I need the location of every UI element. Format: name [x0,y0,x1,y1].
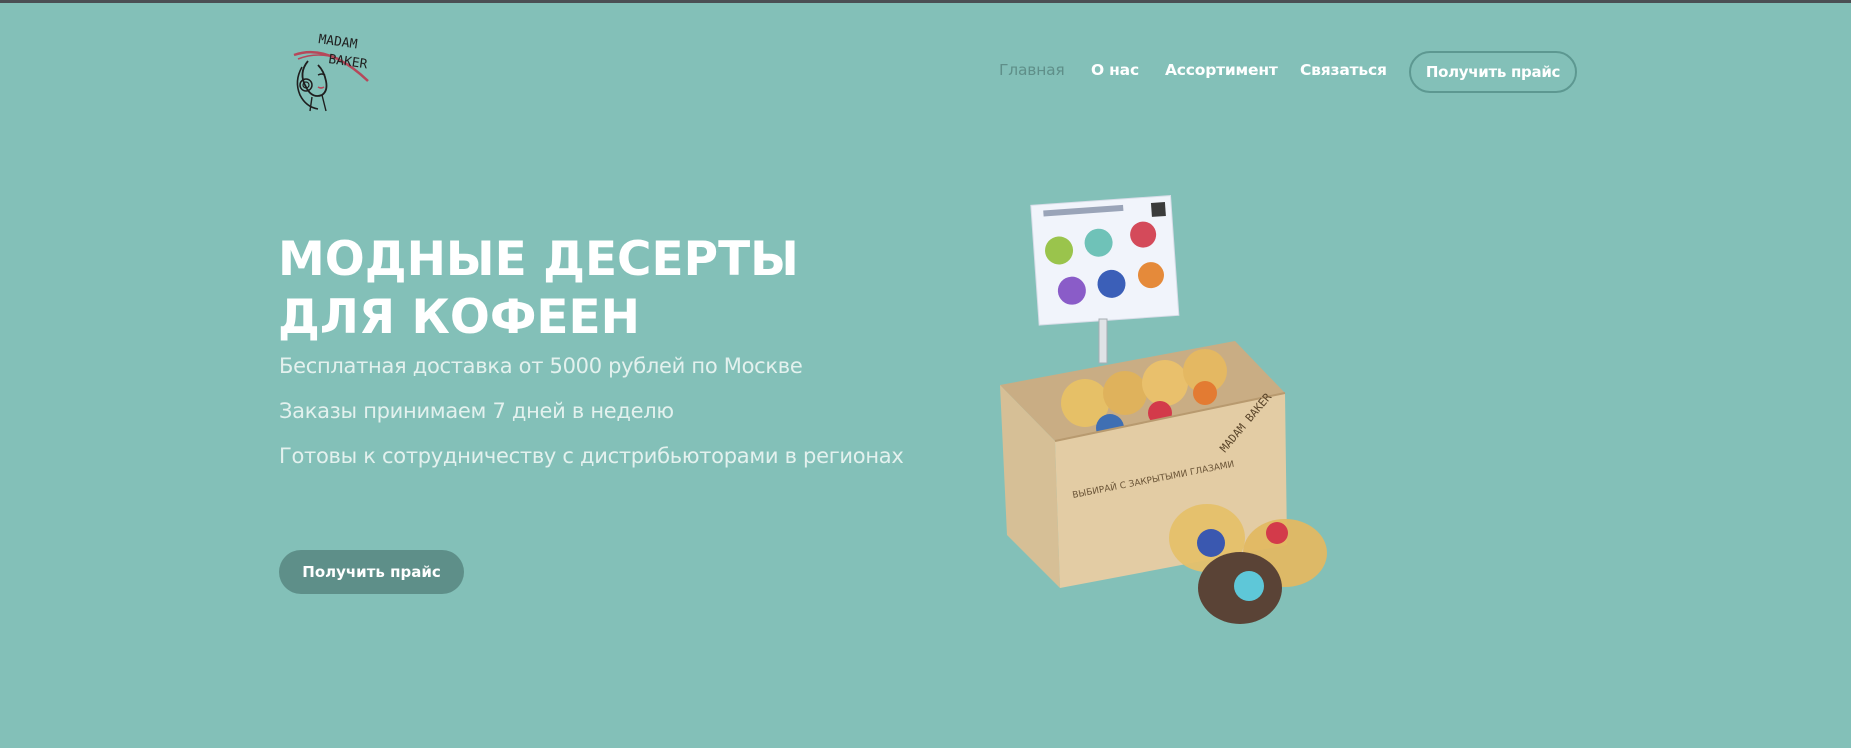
hero-section: MADAM BAKER Главная О нас Ассортимент Св… [0,3,1851,748]
hero-line-delivery: Бесплатная доставка от 5000 рублей по Мо… [279,354,803,378]
hero-line-orders: Заказы принимаем 7 дней в неделю [279,399,674,423]
product-box-image: ВЫБИРАЙ С ЗАКРЫТЫМИ ГЛАЗАМИ MADAM BAKER [995,193,1340,633]
hero-line-distributors: Готовы к сотрудничеству с дистрибьюторам… [279,444,904,468]
nav-item-assortment[interactable]: Ассортимент [1165,61,1278,79]
hero-title: МОДНЫЕ ДЕСЕРТЫ ДЛЯ КОФЕЕН [278,232,799,345]
nav-item-home[interactable]: Главная [999,61,1065,79]
hero-get-price-button[interactable]: Получить прайс [279,550,464,594]
main-nav: Главная О нас Ассортимент Связаться Полу… [0,49,1851,93]
nav-item-contact[interactable]: Связаться [1300,61,1387,79]
header-get-price-button[interactable]: Получить прайс [1409,51,1577,93]
nav-item-about[interactable]: О нас [1091,61,1139,79]
